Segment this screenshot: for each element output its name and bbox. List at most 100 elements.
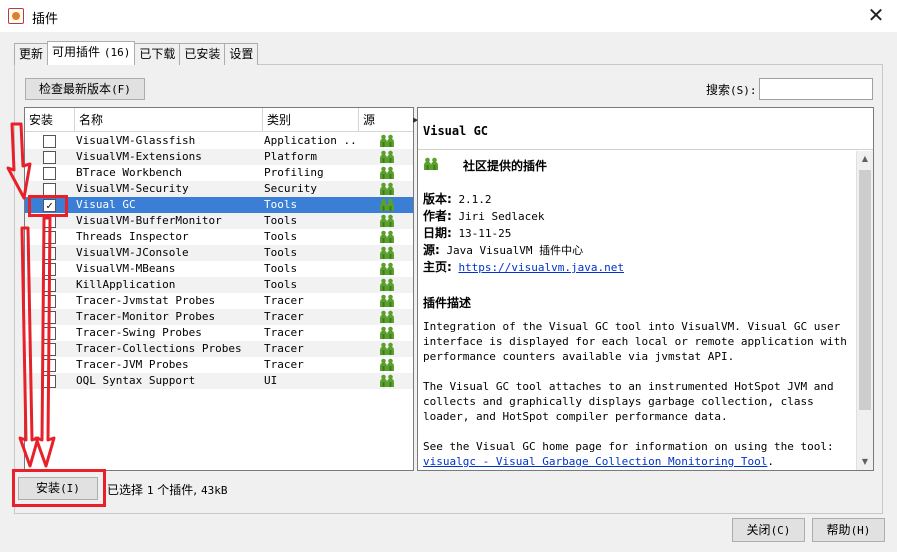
table-row[interactable]: VisualVM-BufferMonitor Tools [25, 213, 413, 229]
plugin-name: Tracer-Monitor Probes [76, 310, 216, 323]
description-paragraph: See the Visual GC home page for informat… [423, 440, 834, 468]
search-input[interactable] [759, 78, 873, 100]
app-icon [8, 8, 24, 24]
close-window-button[interactable]: ✕ [861, 3, 891, 29]
plugin-name: VisualVM-MBeans [76, 262, 176, 275]
visualgc-link[interactable]: visualgc - Visual Garbage Collection Mon… [423, 455, 767, 468]
search-label: 搜索(S): [706, 83, 757, 97]
plugin-name: Tracer-Jvmstat Probes [76, 294, 216, 307]
community-people-icon [379, 342, 395, 356]
community-people-icon [379, 246, 395, 260]
community-label: 社区提供的插件 [463, 159, 548, 173]
table-row[interactable]: VisualVM-JConsole Tools [25, 245, 413, 261]
homepage-row: 主页: https://visualvm.java.net [423, 260, 625, 274]
table-row[interactable]: Tracer-Jvmstat Probes Tracer [25, 293, 413, 309]
install-checkbox[interactable] [43, 135, 56, 148]
community-row: 社区提供的插件 [423, 155, 851, 177]
install-checkbox[interactable] [43, 279, 56, 292]
table-header: 安装 名称 类别 源 [25, 108, 413, 132]
plugin-category: Tracer [264, 310, 304, 323]
help-button[interactable]: 帮助(H) [812, 518, 885, 542]
tab-settings[interactable]: 设置 [224, 43, 259, 65]
table-row[interactable]: VisualVM-MBeans Tools [25, 261, 413, 277]
plugin-category: UI [264, 374, 278, 387]
column-header-category[interactable]: 类别 [263, 108, 359, 132]
install-checkbox[interactable] [43, 151, 56, 164]
plugin-category: Tracer [264, 358, 304, 371]
table-row[interactable]: KillApplication Tools [25, 277, 413, 293]
install-checkbox[interactable] [43, 263, 56, 276]
install-checkbox[interactable] [43, 327, 56, 340]
plugin-category: Tools [264, 278, 298, 291]
plugin-name: KillApplication [76, 278, 176, 291]
table-row[interactable]: VisualVM-Security Security [25, 181, 413, 197]
install-checkbox[interactable] [43, 247, 56, 260]
table-row[interactable]: Tracer-Swing Probes Tracer [25, 325, 413, 341]
install-checkbox[interactable] [43, 167, 56, 180]
plugin-name: Tracer-JVM Probes [76, 358, 189, 371]
plugin-name: Visual GC [76, 198, 136, 211]
plugin-category: Tracer [264, 326, 304, 339]
details-scrollbar[interactable]: ▲ ▼ [856, 151, 873, 470]
plugin-name: BTrace Workbench [76, 166, 182, 179]
community-people-icon [379, 278, 395, 292]
plugin-category: Tools [264, 246, 298, 259]
install-checkbox[interactable] [43, 295, 56, 308]
plugin-table: 安装 名称 类别 源 VisualVM-Glassfish Application… [24, 107, 414, 471]
close-button[interactable]: 关闭(C) [732, 518, 805, 542]
table-row[interactable]: ✓ Visual GC Tools [25, 197, 413, 213]
install-checkbox[interactable] [43, 343, 56, 356]
plugin-category: Platform [264, 150, 317, 163]
community-people-icon [379, 230, 395, 244]
plugin-name: VisualVM-Glassfish [76, 134, 196, 147]
version-row: 版本: 2.1.2 [423, 192, 492, 206]
plugin-category: Tools [264, 214, 298, 227]
community-people-icon [379, 374, 395, 388]
scroll-down-icon[interactable]: ▼ [857, 454, 873, 470]
tab-downloaded[interactable]: 已下载 [134, 43, 181, 65]
window-title: 插件 [32, 12, 59, 27]
community-people-icon [379, 150, 395, 164]
annotation-install-highlight [12, 469, 106, 507]
install-checkbox[interactable] [43, 375, 56, 388]
table-row[interactable]: Tracer-Monitor Probes Tracer [25, 309, 413, 325]
table-row[interactable]: Tracer-JVM Probes Tracer [25, 357, 413, 373]
install-checkbox[interactable] [43, 231, 56, 244]
homepage-link[interactable]: https://visualvm.java.net [458, 261, 624, 274]
plugin-name: VisualVM-Security [76, 182, 189, 195]
column-header-name[interactable]: 名称 [75, 108, 263, 132]
community-people-icon [379, 182, 395, 196]
table-row[interactable]: Tracer-Collections Probes Tracer [25, 341, 413, 357]
tab-updates[interactable]: 更新 [14, 43, 49, 65]
column-header-source[interactable]: 源 [359, 108, 413, 132]
description-title: 插件描述 [423, 296, 472, 310]
plugin-name: Tracer-Swing Probes [76, 326, 202, 339]
table-row[interactable]: BTrace Workbench Profiling [25, 165, 413, 181]
plugin-category: Security [264, 182, 317, 195]
table-row[interactable]: VisualVM-Extensions Platform [25, 149, 413, 165]
table-row[interactable]: Threads Inspector Tools [25, 229, 413, 245]
community-people-icon [424, 157, 438, 170]
install-checkbox[interactable] [43, 311, 56, 324]
table-row[interactable]: OQL Syntax Support UI [25, 373, 413, 389]
community-people-icon [379, 358, 395, 372]
plugin-name: Threads Inspector [76, 230, 189, 243]
title-bar: 插件 ✕ [0, 0, 897, 32]
column-header-install[interactable]: 安装 [25, 108, 75, 132]
scrollbar-thumb[interactable] [859, 170, 871, 410]
table-row[interactable]: VisualVM-Glassfish Application ... [25, 133, 413, 149]
tab-installed[interactable]: 已安装 [179, 43, 226, 65]
description-paragraph: Integration of the Visual GC tool into V… [423, 320, 847, 363]
plugin-category: Tools [264, 198, 298, 211]
community-people-icon [379, 198, 395, 212]
tab-available-plugins[interactable]: 可用插件 (16) [47, 41, 136, 65]
scroll-up-icon[interactable]: ▲ [857, 151, 873, 167]
check-latest-button[interactable]: 检查最新版本(F) [25, 78, 145, 100]
community-people-icon [379, 326, 395, 340]
details-title: Visual GC [423, 124, 489, 138]
community-people-icon [379, 262, 395, 276]
install-checkbox[interactable] [43, 359, 56, 372]
tab-strip: 更新 可用插件 (16) 已下载 已安装 设置 [14, 41, 259, 65]
description-paragraph: The Visual GC tool attaches to an instru… [423, 380, 834, 423]
plugin-category: Profiling [264, 166, 324, 179]
